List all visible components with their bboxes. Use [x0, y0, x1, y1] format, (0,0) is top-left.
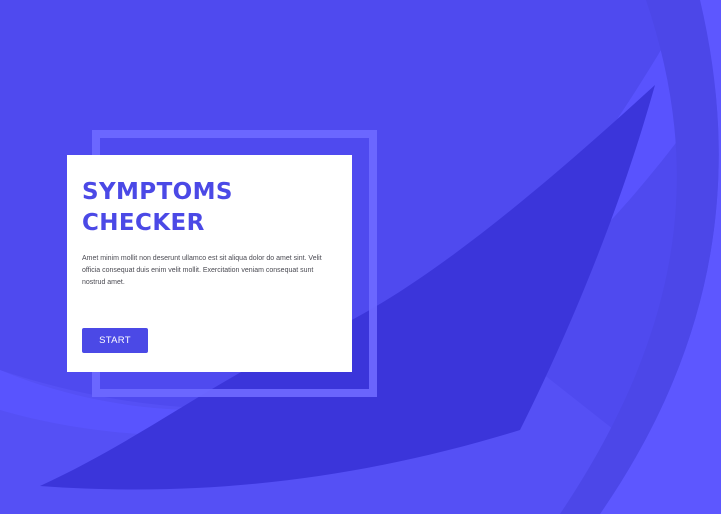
page-title-line-1: SYMPTOMS — [82, 179, 233, 205]
page-title-line-2: CHECKER — [82, 210, 205, 236]
start-button[interactable]: START — [82, 328, 148, 353]
description-text: Amet minim mollit non deserunt ullamco e… — [82, 255, 322, 286]
symptoms-checker-screen: SYMPTOMS CHECKER Amet minim mollit non d… — [0, 0, 721, 514]
page-title: SYMPTOMS CHECKER — [82, 177, 336, 239]
intro-card: SYMPTOMS CHECKER Amet minim mollit non d… — [67, 155, 352, 372]
